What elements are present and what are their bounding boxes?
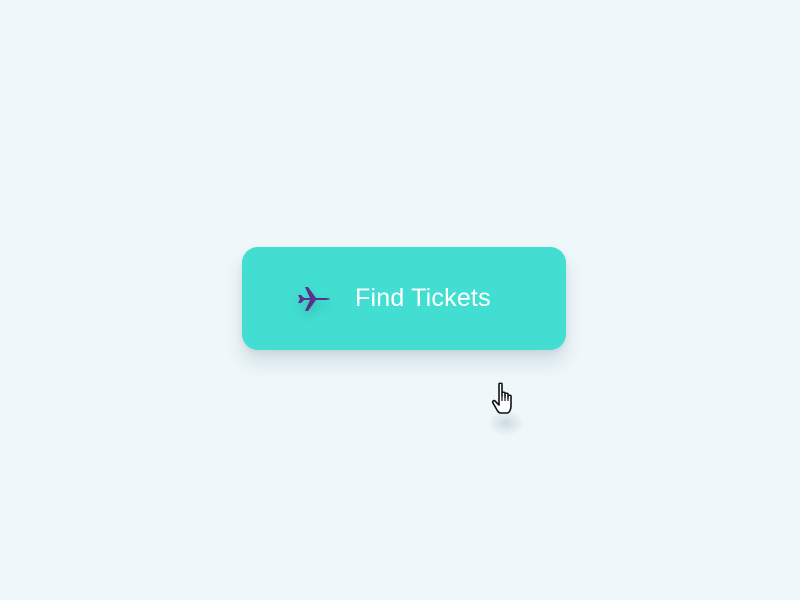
button-label: Find Tickets (355, 284, 491, 312)
airplane-icon (292, 279, 332, 319)
find-tickets-button[interactable]: Find Tickets (242, 247, 566, 350)
hand-pointer-icon (489, 382, 521, 422)
canvas: Find Tickets (0, 0, 800, 600)
